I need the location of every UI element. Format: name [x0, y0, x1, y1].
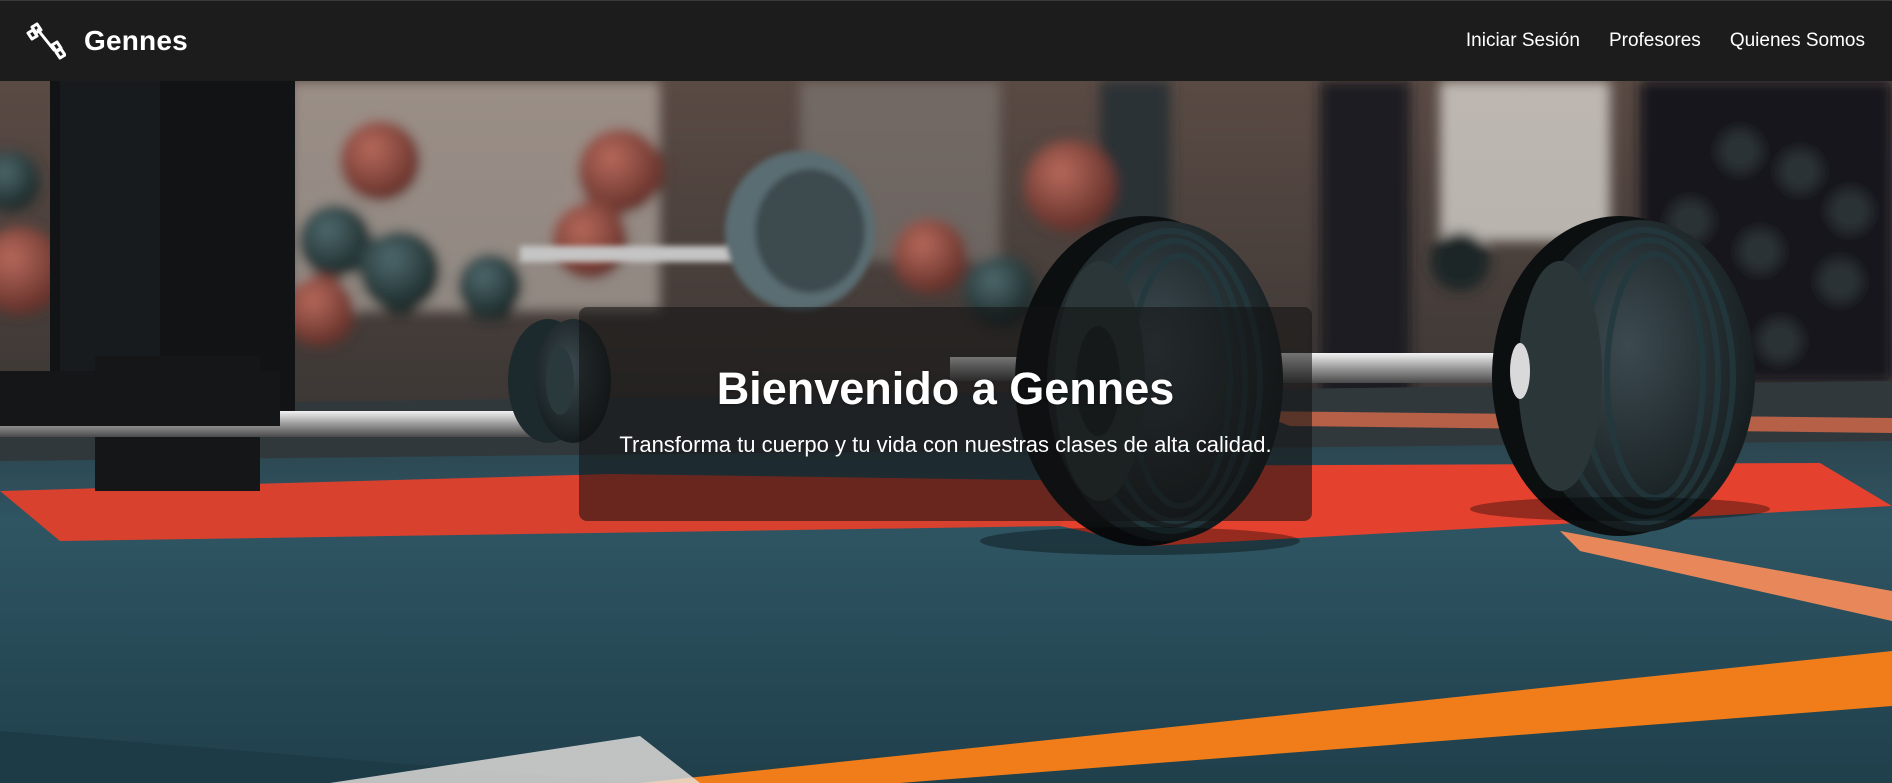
nav-link-quienes-somos[interactable]: Quienes Somos — [1730, 30, 1865, 52]
nav-links: Iniciar Sesión Profesores Quienes Somos — [1466, 30, 1865, 52]
navbar: Gennes Iniciar Sesión Profesores Quienes… — [0, 0, 1892, 81]
dumbbell-icon — [26, 22, 66, 60]
hero-overlay-card: Bienvenido a Gennes Transforma tu cuerpo… — [579, 307, 1312, 521]
hero-section: Bienvenido a Gennes Transforma tu cuerpo… — [0, 81, 1892, 783]
hero-subtitle: Transforma tu cuerpo y tu vida con nuest… — [619, 431, 1272, 457]
nav-link-profesores[interactable]: Profesores — [1609, 30, 1701, 52]
brand-name: Gennes — [84, 25, 188, 56]
hero-title: Bienvenido a Gennes — [716, 363, 1175, 415]
brand-link[interactable]: Gennes — [26, 21, 188, 61]
nav-link-iniciar-sesion[interactable]: Iniciar Sesión — [1466, 30, 1580, 52]
